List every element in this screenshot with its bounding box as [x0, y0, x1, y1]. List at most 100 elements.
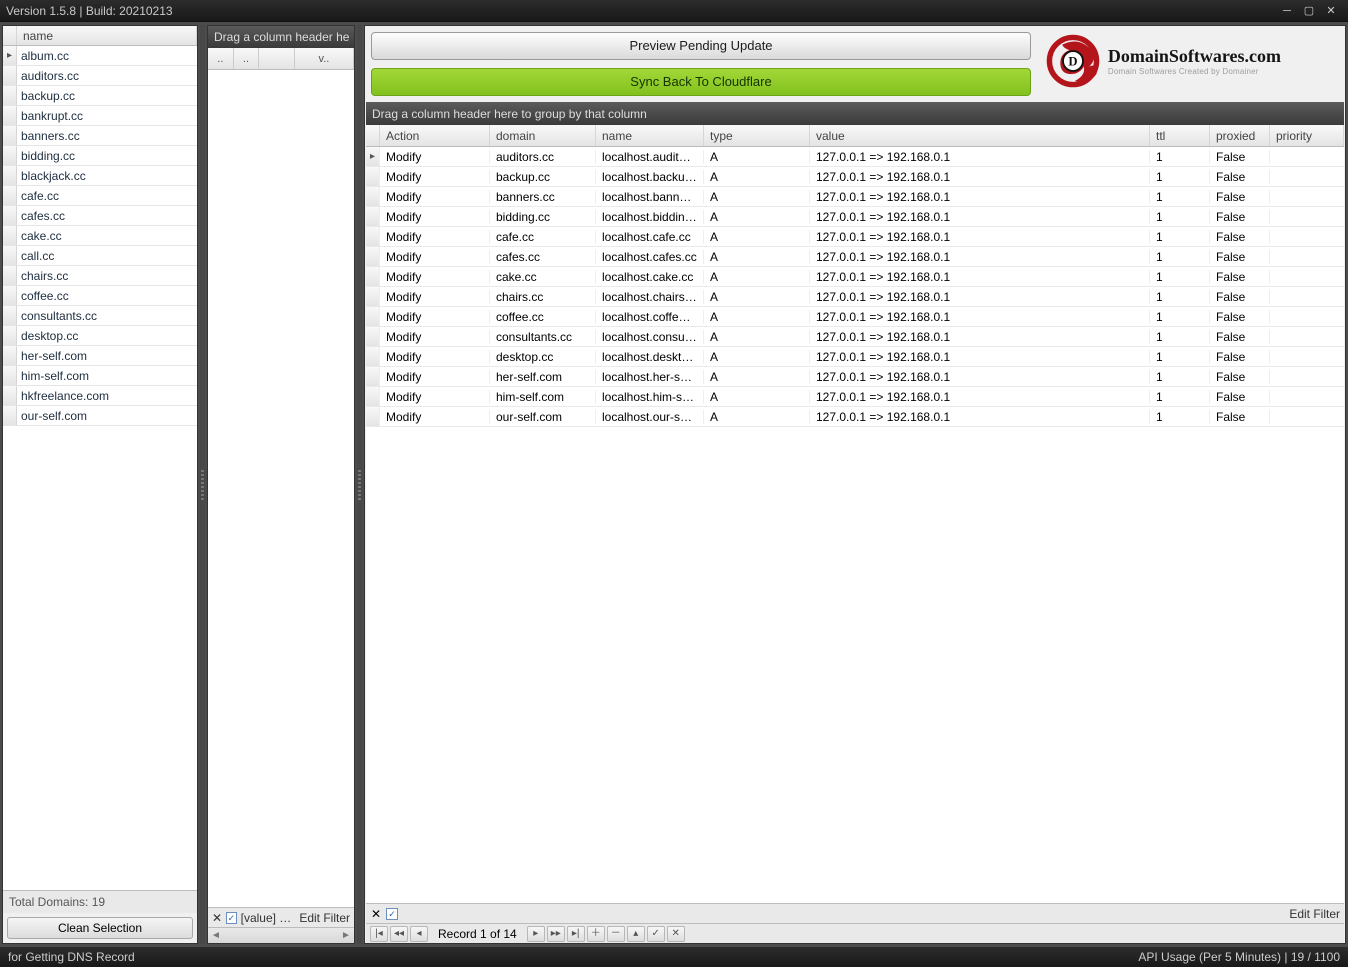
middle-filter-text: [value] …: [241, 911, 292, 925]
record-row[interactable]: Modifycoffee.cclocalhost.coffee.ccA127.0…: [366, 307, 1344, 327]
splitter-right[interactable]: [357, 25, 362, 944]
records-edit-filter-link[interactable]: Edit Filter: [1289, 907, 1340, 921]
scroll-right-icon[interactable]: ►: [338, 930, 354, 941]
clean-selection-button[interactable]: Clean Selection: [7, 917, 193, 939]
record-row[interactable]: Modifydesktop.cclocalhost.desktop...A127…: [366, 347, 1344, 367]
record-row[interactable]: ▸Modifyauditors.cclocalhost.auditors...A…: [366, 147, 1344, 167]
row-indicator-icon: [366, 327, 380, 346]
cell-proxied: False: [1210, 410, 1270, 424]
sync-back-button[interactable]: Sync Back To Cloudflare: [371, 68, 1031, 96]
cell-type: A: [704, 370, 810, 384]
records-filter-checkbox[interactable]: ✓: [386, 908, 398, 920]
domain-row[interactable]: chairs.cc: [3, 266, 197, 286]
domain-row[interactable]: him-self.com: [3, 366, 197, 386]
col-value[interactable]: value: [810, 125, 1150, 146]
nav-edit-icon[interactable]: ▴: [627, 926, 645, 942]
cell-action: Modify: [380, 170, 490, 184]
cell-action: Modify: [380, 190, 490, 204]
domain-row[interactable]: desktop.cc: [3, 326, 197, 346]
record-row[interactable]: Modifyconsultants.cclocalhost.consulta..…: [366, 327, 1344, 347]
middle-col[interactable]: ..: [208, 48, 234, 70]
middle-col[interactable]: ..: [234, 48, 260, 70]
close-button[interactable]: ✕: [1320, 4, 1342, 18]
middle-filter-checkbox[interactable]: ✓: [226, 912, 236, 924]
record-row[interactable]: Modifycake.cclocalhost.cake.ccA127.0.0.1…: [366, 267, 1344, 287]
domain-row[interactable]: call.cc: [3, 246, 197, 266]
record-row[interactable]: Modifycafes.cclocalhost.cafes.ccA127.0.0…: [366, 247, 1344, 267]
nav-commit-icon[interactable]: ✓: [647, 926, 665, 942]
middle-group-hint[interactable]: Drag a column header he: [208, 26, 354, 48]
domain-row[interactable]: ▸album.cc: [3, 46, 197, 66]
cell-domain: cafe.cc: [490, 230, 596, 244]
nav-add-icon[interactable]: ＋: [587, 926, 605, 942]
domain-row[interactable]: cake.cc: [3, 226, 197, 246]
cell-name: localhost.him-self....: [596, 390, 704, 404]
row-indicator-icon: [3, 306, 17, 325]
nav-prev-icon[interactable]: ◂: [410, 926, 428, 942]
cell-action: Modify: [380, 230, 490, 244]
minimize-button[interactable]: ─: [1276, 4, 1298, 18]
domain-row[interactable]: cafes.cc: [3, 206, 197, 226]
preview-pending-update-button[interactable]: Preview Pending Update: [371, 32, 1031, 60]
maximize-button[interactable]: ▢: [1298, 4, 1320, 18]
scroll-left-icon[interactable]: ◄: [208, 930, 224, 941]
cell-action: Modify: [380, 370, 490, 384]
col-ttl[interactable]: ttl: [1150, 125, 1210, 146]
cell-type: A: [704, 270, 810, 284]
middle-filter-close-icon[interactable]: ✕: [212, 911, 222, 925]
nav-first-icon[interactable]: |◂: [370, 926, 388, 942]
col-proxied[interactable]: proxied: [1210, 125, 1270, 146]
domains-header-name[interactable]: name: [17, 26, 197, 45]
col-type[interactable]: type: [704, 125, 810, 146]
domain-name: chairs.cc: [17, 269, 72, 283]
records-filter-close-icon[interactable]: ✕: [370, 907, 382, 921]
record-row[interactable]: Modifyhim-self.comlocalhost.him-self....…: [366, 387, 1344, 407]
record-row[interactable]: Modifyour-self.comlocalhost.our-self....…: [366, 407, 1344, 427]
cell-name: localhost.chairs.cc: [596, 290, 704, 304]
domain-row[interactable]: backup.cc: [3, 86, 197, 106]
row-indicator-icon: [3, 66, 17, 85]
record-row[interactable]: Modifybidding.cclocalhost.bidding.ccA127…: [366, 207, 1344, 227]
domains-list[interactable]: ▸album.ccauditors.ccbackup.ccbankrupt.cc…: [3, 46, 197, 890]
cell-value: 127.0.0.1 => 192.168.0.1: [810, 410, 1150, 424]
domain-row[interactable]: bankrupt.cc: [3, 106, 197, 126]
nav-cancel-icon[interactable]: ✕: [667, 926, 685, 942]
cell-domain: cake.cc: [490, 270, 596, 284]
middle-col[interactable]: [259, 48, 295, 70]
cell-ttl: 1: [1150, 370, 1210, 384]
nav-remove-icon[interactable]: －: [607, 926, 625, 942]
nav-next-icon[interactable]: ▸: [527, 926, 545, 942]
middle-edit-filter-link[interactable]: Edit Filter: [299, 911, 350, 925]
middle-scrollbar[interactable]: ◄ ►: [208, 927, 354, 943]
col-name[interactable]: name: [596, 125, 704, 146]
domain-row[interactable]: her-self.com: [3, 346, 197, 366]
splitter-left[interactable]: [200, 25, 205, 944]
domain-row[interactable]: hkfreelance.com: [3, 386, 197, 406]
domain-row[interactable]: consultants.cc: [3, 306, 197, 326]
cell-name: localhost.backup.cc: [596, 170, 704, 184]
row-indicator-icon: [3, 206, 17, 225]
col-domain[interactable]: domain: [490, 125, 596, 146]
domain-row[interactable]: blackjack.cc: [3, 166, 197, 186]
domain-row[interactable]: banners.cc: [3, 126, 197, 146]
records-group-hint[interactable]: Drag a column header here to group by th…: [366, 103, 1344, 125]
domain-row[interactable]: cafe.cc: [3, 186, 197, 206]
cell-action: Modify: [380, 150, 490, 164]
col-priority[interactable]: priority: [1270, 125, 1344, 146]
domain-row[interactable]: coffee.cc: [3, 286, 197, 306]
col-action[interactable]: Action: [380, 125, 490, 146]
record-row[interactable]: Modifybanners.cclocalhost.banners...A127…: [366, 187, 1344, 207]
record-row[interactable]: Modifychairs.cclocalhost.chairs.ccA127.0…: [366, 287, 1344, 307]
record-row[interactable]: Modifycafe.cclocalhost.cafe.ccA127.0.0.1…: [366, 227, 1344, 247]
record-row[interactable]: Modifyher-self.comlocalhost.her-self....…: [366, 367, 1344, 387]
domain-row[interactable]: our-self.com: [3, 406, 197, 426]
record-row[interactable]: Modifybackup.cclocalhost.backup.ccA127.0…: [366, 167, 1344, 187]
nav-prevpage-icon[interactable]: ◂◂: [390, 926, 408, 942]
domain-row[interactable]: auditors.cc: [3, 66, 197, 86]
nav-nextpage-icon[interactable]: ▸▸: [547, 926, 565, 942]
nav-last-icon[interactable]: ▸|: [567, 926, 585, 942]
cell-value: 127.0.0.1 => 192.168.0.1: [810, 390, 1150, 404]
records-body[interactable]: ▸Modifyauditors.cclocalhost.auditors...A…: [366, 147, 1344, 903]
domain-row[interactable]: bidding.cc: [3, 146, 197, 166]
middle-col[interactable]: v..: [295, 48, 354, 70]
